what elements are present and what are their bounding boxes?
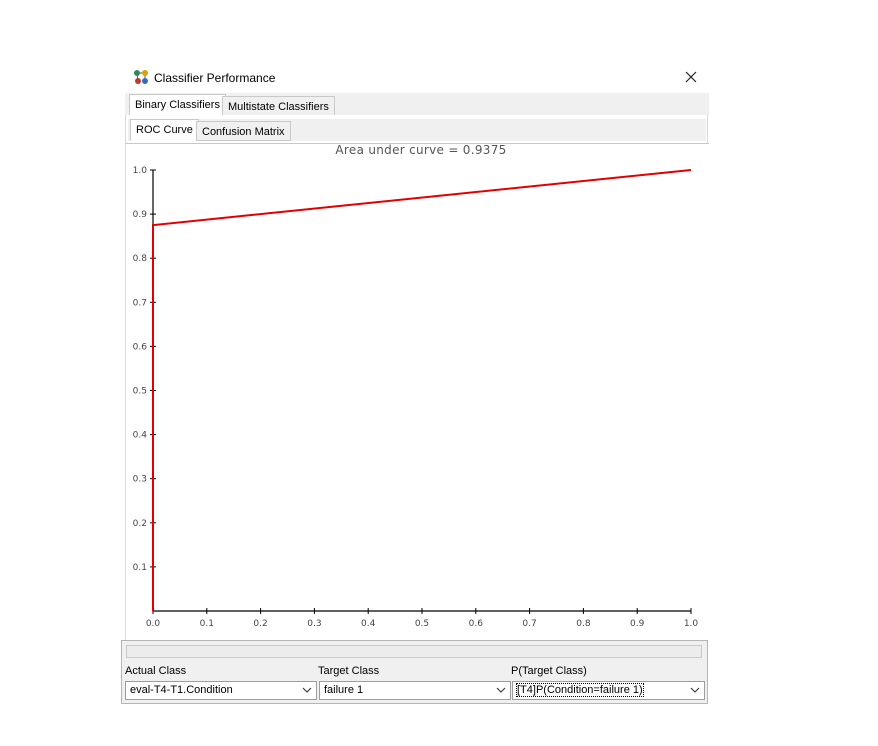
roc-chart-svg: Area under curve = 0.9375 0.0 0.1 0.2 0.3 0.4…	[133, 144, 699, 629]
tab-confusion-matrix[interactable]: Confusion Matrix	[196, 121, 291, 141]
class-selection-panel: Actual Class eval-T4-T1.Condition Target…	[121, 640, 708, 704]
x-tick-label: 0.2	[253, 619, 267, 629]
actual-class-select[interactable]: eval-T4-T1.Condition	[125, 681, 317, 700]
close-icon	[685, 71, 697, 83]
x-tick-label: 0.4	[361, 619, 376, 629]
tab-multistate-classifiers[interactable]: Multistate Classifiers	[222, 96, 335, 116]
p-target-class-label: P(Target Class)	[511, 665, 587, 677]
x-tick-label: 0.5	[415, 619, 429, 629]
target-class-select[interactable]: failure 1	[319, 681, 511, 700]
chevron-down-icon	[302, 687, 312, 693]
y-tick-label: 0.7	[133, 298, 147, 308]
x-tick-label: 0.7	[522, 619, 536, 629]
y-tick-label: 0.8	[133, 254, 148, 264]
classifier-performance-dialog: Classifier Performance Binary Classifier…	[121, 62, 709, 705]
chevron-down-icon	[496, 687, 506, 693]
classifier-tab-strip: Binary Classifiers Multistate Classifier…	[125, 93, 709, 116]
y-tick-label: 0.5	[133, 387, 147, 397]
actual-class-value: eval-T4-T1.Condition	[130, 684, 233, 696]
target-class-label: Target Class	[318, 665, 380, 677]
view-tab-strip: ROC Curve Confusion Matrix	[128, 119, 706, 141]
actual-class-label: Actual Class	[125, 665, 187, 677]
x-tick-label: 0.0	[146, 619, 161, 629]
tab-binary-classifiers[interactable]: Binary Classifiers	[129, 94, 226, 116]
p-target-class-select[interactable]: [T4]P(Condition=failure 1)	[512, 681, 705, 700]
y-tick-label: 0.6	[133, 342, 148, 352]
tab-roc-curve[interactable]: ROC Curve	[130, 119, 199, 141]
window-title: Classifier Performance	[154, 71, 276, 85]
y-tick-label: 1.0	[133, 166, 148, 176]
y-tick-label: 0.9	[133, 210, 148, 220]
target-class-value: failure 1	[324, 684, 364, 696]
close-button[interactable]	[679, 66, 703, 88]
network-nodes-icon	[133, 69, 149, 85]
p-target-class-value: [T4]P(Condition=failure 1)	[516, 683, 644, 697]
y-tick-label: 0.1	[133, 563, 147, 573]
separator-strip	[126, 645, 702, 658]
x-tick-label: 0.8	[576, 619, 591, 629]
x-tick-label: 0.3	[307, 619, 321, 629]
y-tick-label: 0.2	[133, 519, 147, 529]
y-tick-label: 0.3	[133, 475, 147, 485]
y-tick-label: 0.4	[133, 431, 148, 441]
roc-chart: Area under curve = 0.9375 0.0 0.1 0.2 0.3 0.4…	[126, 143, 709, 640]
x-tick-label: 1.0	[684, 619, 699, 629]
chart-title: Area under curve = 0.9375	[335, 144, 506, 157]
x-tick-label: 0.6	[469, 619, 484, 629]
x-tick-label: 0.1	[200, 619, 214, 629]
roc-curve-line	[152, 169, 692, 611]
chevron-down-icon	[690, 687, 700, 693]
binary-classifiers-panel: ROC Curve Confusion Matrix Area under cu…	[125, 115, 709, 703]
x-tick-label: 0.9	[630, 619, 645, 629]
title-bar: Classifier Performance	[121, 62, 709, 93]
